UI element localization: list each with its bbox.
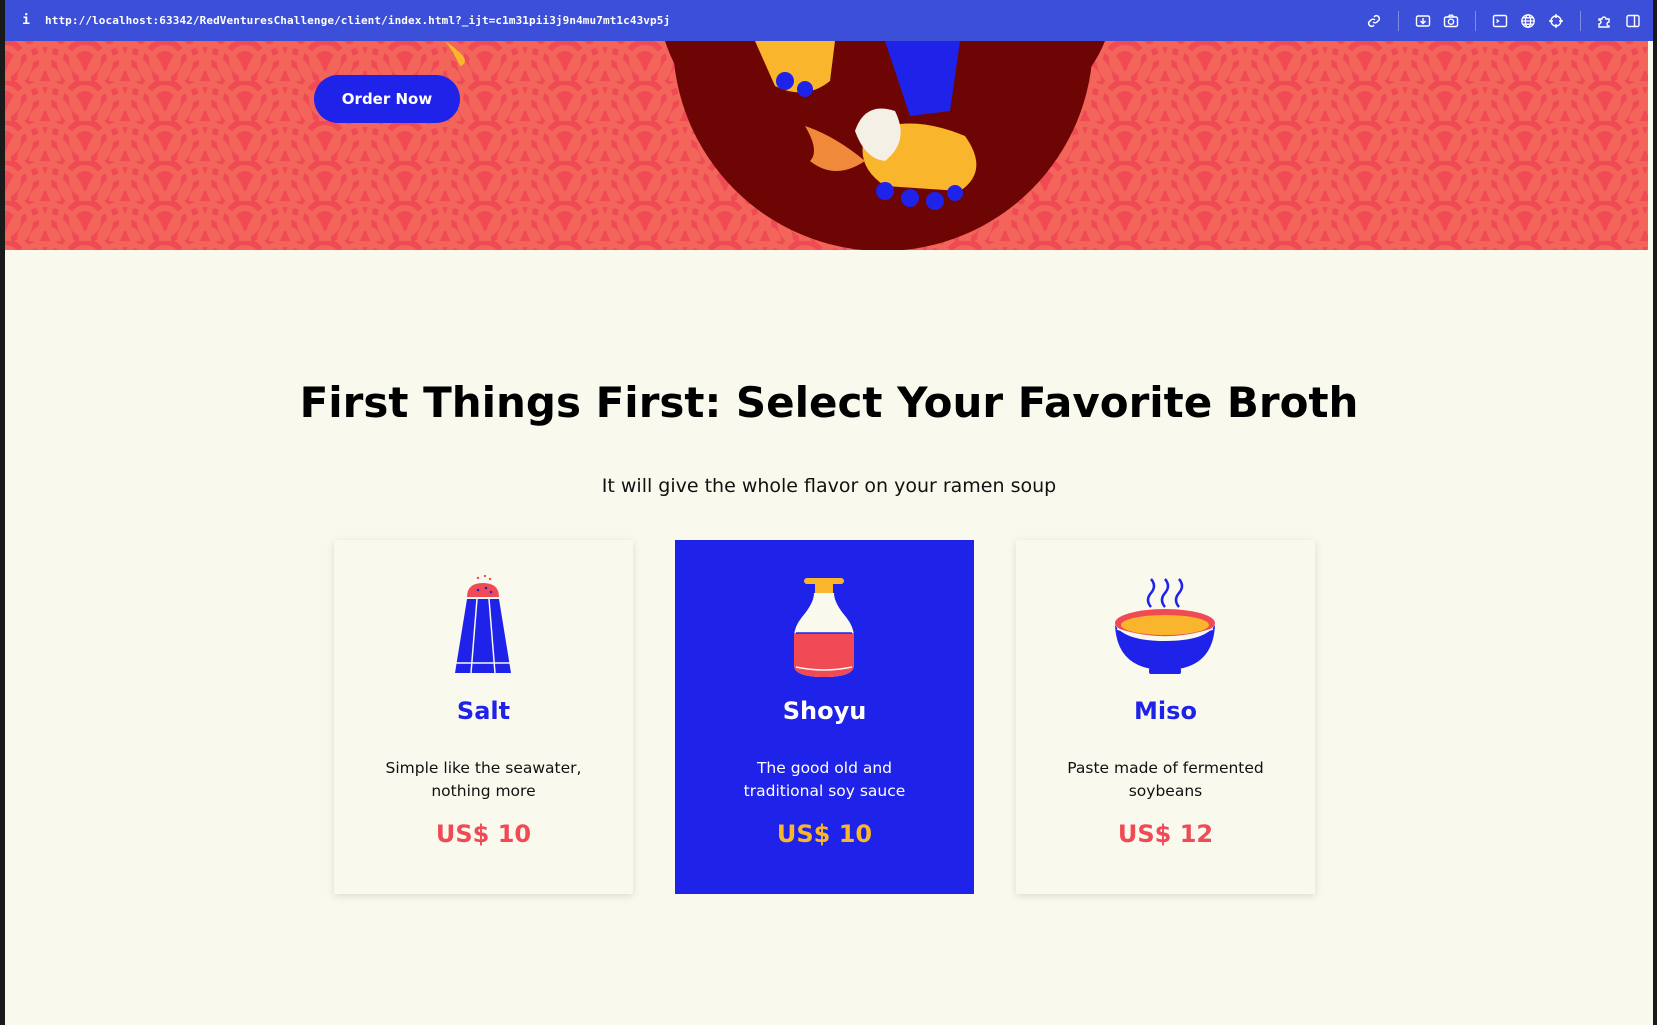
- toolbar-divider: [1475, 10, 1476, 31]
- section-subtitle: It will give the whole flavor on your ra…: [601, 475, 1057, 497]
- broth-name: Salt: [456, 697, 511, 725]
- url-field[interactable]: http://localhost:63342/RedVenturesChalle…: [45, 14, 670, 27]
- salt-shaker-icon: [455, 575, 511, 674]
- broth-description: The good old and traditional soy sauce: [743, 759, 906, 800]
- hero-banner: Order Now: [5, 41, 1648, 250]
- extensions-icon[interactable]: [1591, 7, 1619, 35]
- download-icon[interactable]: [1409, 7, 1437, 35]
- browser-window: i http://localhost:63342/RedVenturesChal…: [5, 0, 1653, 1025]
- broth-price: US$ 10: [776, 820, 873, 848]
- terminal-icon[interactable]: [1486, 7, 1514, 35]
- browser-toolbar: [1360, 0, 1647, 41]
- seigaiha-wave-pattern: [5, 41, 1648, 250]
- broth-price: US$ 10: [435, 820, 532, 848]
- section-title: First Things First: Select Your Favorite…: [299, 378, 1359, 427]
- broth-price: US$ 12: [1117, 820, 1214, 848]
- broth-card-miso[interactable]: Miso Paste made of fermented soybeans US…: [1016, 540, 1315, 894]
- globe-icon[interactable]: [1514, 7, 1542, 35]
- link-icon[interactable]: [1360, 7, 1388, 35]
- camera-icon[interactable]: [1437, 7, 1465, 35]
- toolbar-divider: [1580, 10, 1581, 31]
- broth-description: Paste made of fermented soybeans: [1067, 759, 1264, 800]
- miso-bowl-icon: [1115, 578, 1215, 674]
- broth-description: Simple like the seawater, nothing more: [385, 759, 582, 800]
- order-now-button[interactable]: Order Now: [314, 75, 460, 123]
- broth-card-shoyu[interactable]: Shoyu The good old and traditional soy s…: [675, 540, 974, 894]
- address-bar: i http://localhost:63342/RedVenturesChal…: [5, 0, 1653, 41]
- sidebar-icon[interactable]: [1619, 7, 1647, 35]
- crosshair-icon[interactable]: [1542, 7, 1570, 35]
- soy-sauce-bottle-icon: [794, 578, 854, 677]
- info-icon[interactable]: i: [11, 13, 41, 28]
- broth-card-salt[interactable]: Salt Simple like the seawater, nothing m…: [334, 540, 633, 894]
- broth-name: Shoyu: [782, 697, 867, 725]
- broth-name: Miso: [1134, 697, 1197, 725]
- toolbar-divider: [1398, 10, 1399, 31]
